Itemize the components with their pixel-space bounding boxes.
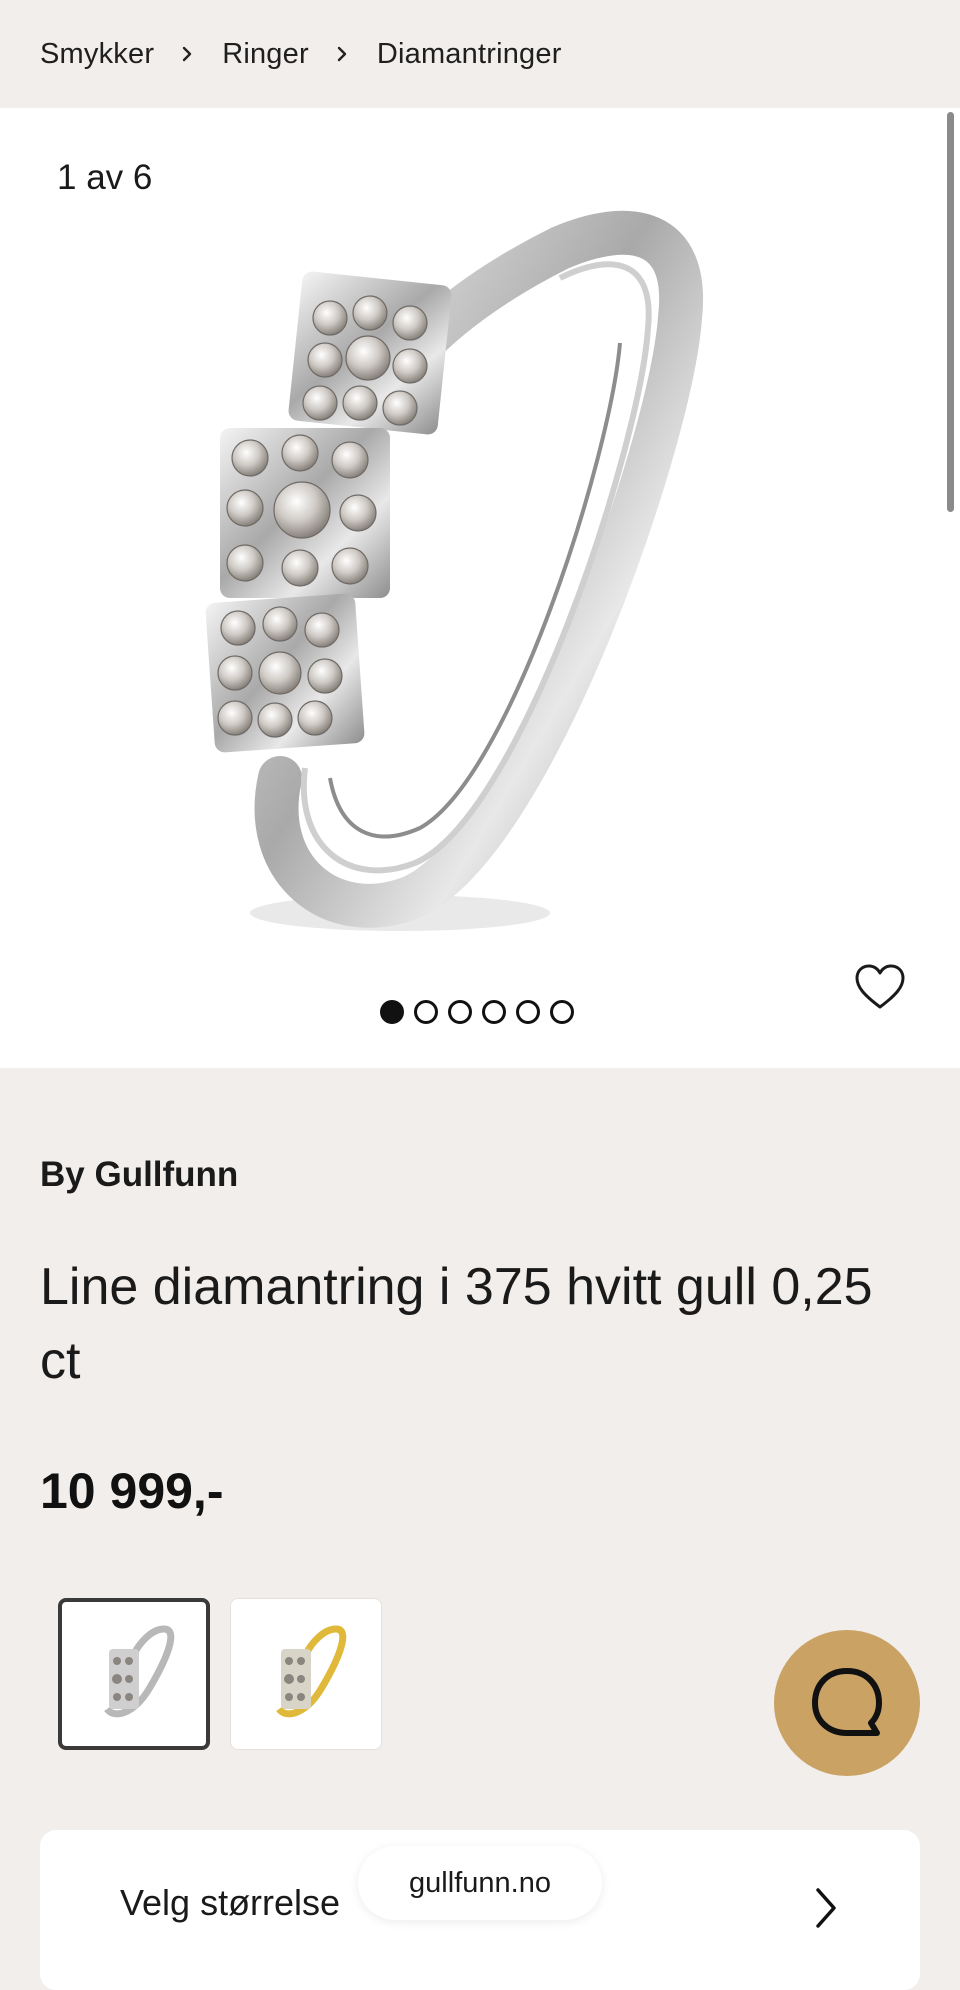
product-price: 10 999,-	[40, 1463, 224, 1519]
product-image-ring	[205, 210, 704, 931]
breadcrumb-item-diamantringer[interactable]: Diamantringer	[377, 38, 562, 71]
gallery-dot-5[interactable]	[516, 1000, 540, 1024]
chevron-right-icon	[182, 46, 192, 62]
heart-outline-icon[interactable]	[854, 962, 906, 1014]
chat-bubble-icon	[812, 1668, 882, 1736]
size-selector-label: Velg størrelse	[120, 1882, 341, 1923]
product-brand[interactable]: By Gullfunn	[40, 1155, 238, 1195]
breadcrumb: Smykker Ringer Diamantringer	[0, 0, 960, 108]
variant-selector	[58, 1598, 382, 1750]
gallery-pagination	[380, 1000, 574, 1024]
gallery-dot-4[interactable]	[482, 1000, 506, 1024]
variant-yellow-gold-thumbnail	[276, 1625, 347, 1718]
gallery-dot-2[interactable]	[414, 1000, 438, 1024]
chevron-right-icon	[816, 1888, 836, 1928]
image-counter: 1 av 6	[57, 158, 153, 197]
breadcrumb-item-smykker[interactable]: Smykker	[40, 38, 154, 71]
variant-yellow-gold[interactable]	[230, 1598, 382, 1750]
browser-url-pill[interactable]: gullfunn.no	[358, 1846, 602, 1920]
variant-white-gold[interactable]	[58, 1598, 210, 1750]
product-image-gallery[interactable]: 1 av 6	[0, 108, 960, 1068]
gallery-dot-3[interactable]	[448, 1000, 472, 1024]
gallery-dot-6[interactable]	[550, 1000, 574, 1024]
page-scrollbar[interactable]	[947, 112, 954, 512]
chat-button[interactable]	[774, 1630, 920, 1776]
product-title: Line diamantring i 375 hvitt gull 0,25 c…	[40, 1258, 873, 1390]
breadcrumb-item-ringer[interactable]: Ringer	[222, 38, 309, 71]
gallery-dot-1[interactable]	[380, 1000, 404, 1024]
variant-white-gold-thumbnail	[104, 1625, 175, 1718]
chevron-right-icon	[337, 46, 347, 62]
